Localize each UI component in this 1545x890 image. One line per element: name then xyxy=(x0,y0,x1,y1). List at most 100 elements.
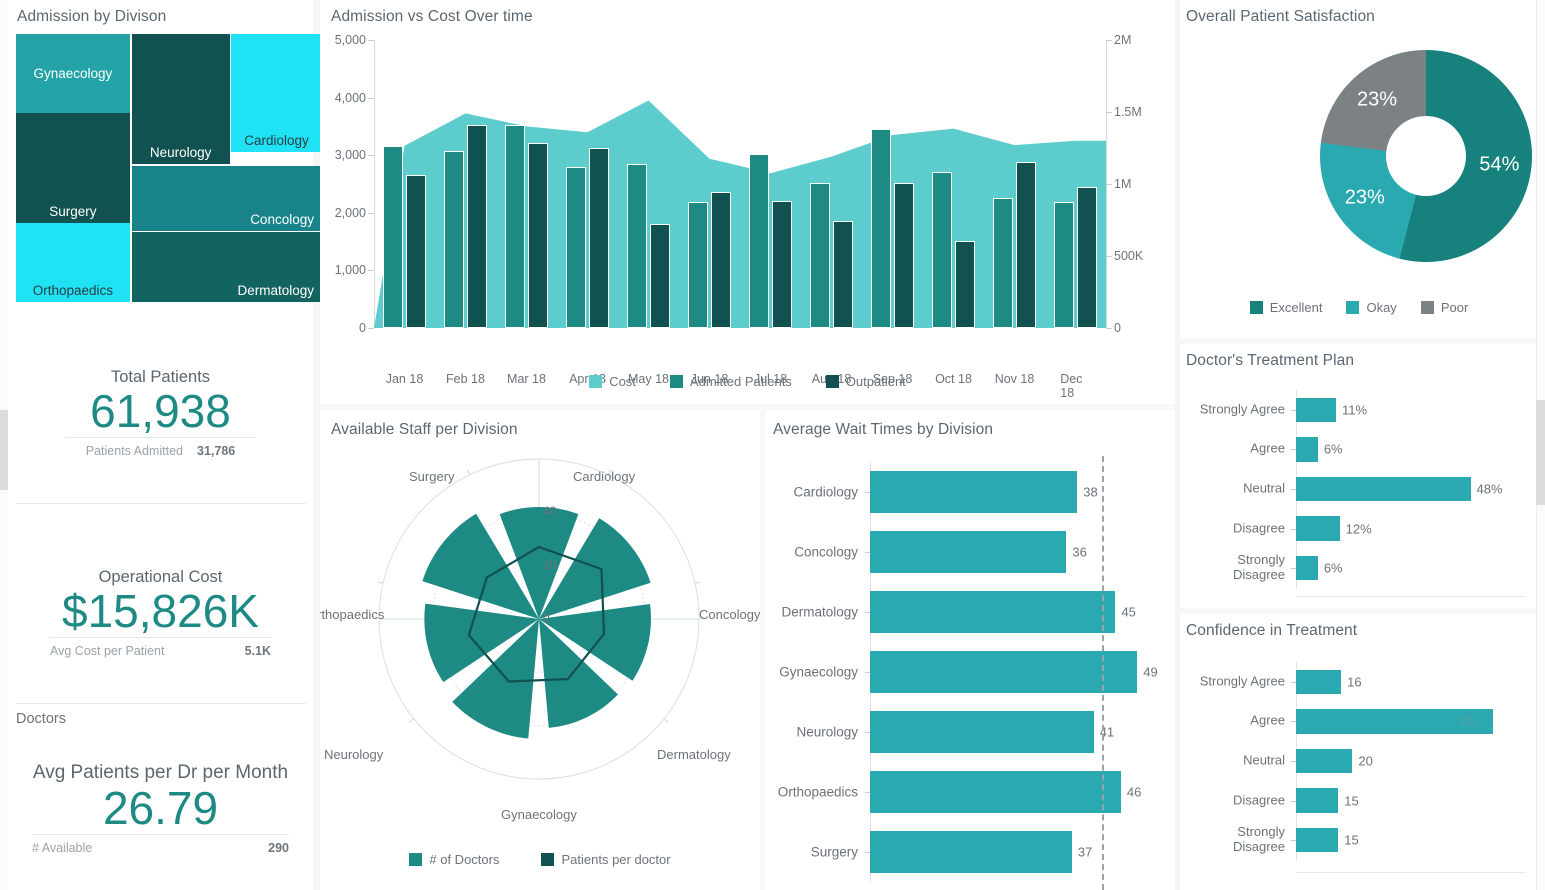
bar-neutral[interactable] xyxy=(1296,748,1353,774)
bar-admitted-Jul-18[interactable] xyxy=(749,154,770,328)
wait-bar-dermatology[interactable] xyxy=(870,591,1116,633)
treemap-tile-cardiology[interactable]: Cardiology xyxy=(231,34,322,152)
wait-value-neurology: 41 xyxy=(1099,724,1115,740)
wait-tick xyxy=(865,852,870,853)
bar-value-strongly-disagree: 15 xyxy=(1344,832,1359,848)
wait-bar-gynaecology[interactable] xyxy=(870,651,1138,693)
wait-bar-neurology[interactable] xyxy=(870,711,1094,753)
wait-bar-orthopaedics[interactable] xyxy=(870,771,1121,813)
bar-tick xyxy=(1291,800,1296,802)
bar-outpatient-Mar-18[interactable] xyxy=(527,143,548,328)
bar-outpatient-Nov-18[interactable] xyxy=(1015,161,1036,328)
wait-bar-cardiology[interactable] xyxy=(870,471,1078,513)
bar-outpatient-Feb-18[interactable] xyxy=(466,125,487,328)
bar-admitted-Jan-18[interactable] xyxy=(383,146,404,328)
legend-swatch xyxy=(1420,301,1434,314)
bar-tick xyxy=(1291,721,1296,723)
kpi-avg-patients-per-dr[interactable]: Avg Patients per Dr per Month 26.79 # Av… xyxy=(8,762,313,855)
average-wait-times-card: Average Wait Times by Division Cardiolog… xyxy=(765,410,1175,890)
treemap-tile-label: Gynaecology xyxy=(33,65,113,81)
average-wait-times-plot[interactable]: Cardiology 38 Concology 36 Dermatology 45 Gyna… xyxy=(778,456,1170,890)
donut-legend[interactable]: Excellent Okay Poor xyxy=(1180,300,1538,315)
bar-outpatient-May-18[interactable] xyxy=(649,224,670,328)
donut-legend-item-poor[interactable]: Poor xyxy=(1420,300,1468,315)
donut-label-poor: 23% xyxy=(1357,88,1398,111)
combo-legend-item-cost[interactable]: Cost xyxy=(589,374,636,389)
combo-ytick-left-mark xyxy=(368,328,374,329)
right-scrollbar-thumb[interactable] xyxy=(1536,400,1545,505)
bar-admitted-Apr-18[interactable] xyxy=(566,166,587,328)
bar-value-strongly-agree: 16 xyxy=(1347,674,1362,690)
bar-disagree[interactable] xyxy=(1296,788,1339,813)
rose-chart-svg[interactable] xyxy=(378,458,700,780)
kpi-total-patients[interactable]: Total Patients 61,938 Patients Admitted … xyxy=(8,368,313,458)
treemap-tile-orthopaedics[interactable]: Orthopaedics xyxy=(16,222,130,302)
available-staff-rose-chart[interactable]: 0 20 40 Cardiology Concology Dermatology Gynae… xyxy=(320,458,760,822)
bar-strongly-agree[interactable] xyxy=(1296,669,1342,695)
confidence-in-treatment-plot[interactable]: Strongly Agree 16 Agree 70 Neutral 20 Disagree… xyxy=(1200,662,1516,860)
rose-legend-item-1[interactable]: Patients per doctor xyxy=(541,852,671,867)
treemap-tile-dermatology[interactable]: Dermatology xyxy=(131,231,322,302)
wait-times-reference-line xyxy=(1101,456,1104,890)
bar-neutral[interactable] xyxy=(1296,476,1471,502)
bar-outpatient-Oct-18[interactable] xyxy=(954,241,975,328)
kpi-avg-patients-value: 26.79 xyxy=(102,782,219,834)
bar-outpatient-Sep-18[interactable] xyxy=(893,182,914,328)
rose-radial-tick: 40 xyxy=(543,504,557,519)
admission-by-division-card: Admission by Divison Gynaecology Surgery O… xyxy=(8,0,322,322)
bar-admitted-Dec-18[interactable] xyxy=(1054,202,1075,328)
combo-legend-item-outpatient[interactable]: Outpatient xyxy=(825,374,906,389)
kpi-total-patients-sublabel: Patients Admitted xyxy=(85,444,184,459)
bar-strongly-agree[interactable] xyxy=(1296,397,1336,423)
wait-bar-concology[interactable] xyxy=(870,531,1067,573)
rose-legend-item-0[interactable]: # of Doctors xyxy=(409,852,499,867)
bar-outpatient-Jun-18[interactable] xyxy=(710,191,731,328)
wait-label-concology: Concology xyxy=(794,544,858,560)
kpi-operational-cost[interactable]: Operational Cost $15,826K Avg Cost per P… xyxy=(8,568,313,658)
kpi-operational-cost-value: $15,826K xyxy=(62,585,259,637)
left-scrollbar-thumb[interactable] xyxy=(0,410,8,490)
bar-outpatient-Aug-18[interactable] xyxy=(832,220,853,328)
donut-legend-item-excellent[interactable]: Excellent xyxy=(1249,300,1322,315)
wait-tick xyxy=(865,492,870,493)
bar-tick xyxy=(1291,568,1296,570)
bar-admitted-Aug-18[interactable] xyxy=(810,183,831,328)
donut-legend-item-okay[interactable]: Okay xyxy=(1346,300,1397,315)
bar-strongly-disagree[interactable] xyxy=(1296,555,1318,581)
bar-outpatient-Jul-18[interactable] xyxy=(771,201,792,328)
combo-ytick-right-mark xyxy=(1106,256,1112,257)
bar-disagree[interactable] xyxy=(1296,516,1340,541)
right-scrollbar-track[interactable] xyxy=(1536,0,1545,890)
treemap-tile-concology[interactable]: Concology xyxy=(131,165,322,231)
treemap-tile-label: Dermatology xyxy=(237,282,314,298)
doctors-treatment-plan-plot[interactable]: Strongly Agree 11% Agree 6% Neutral 48% Disagr… xyxy=(1200,390,1503,588)
wait-bar-surgery[interactable] xyxy=(870,831,1072,873)
bar-outpatient-Dec-18[interactable] xyxy=(1076,187,1097,328)
admission-vs-cost-plot[interactable]: 0 1,000 2,000 3,000 4,000 5,000 0 500K 1M 1.5M 2M J… xyxy=(335,33,1143,400)
bar-admitted-Jun-18[interactable] xyxy=(688,202,709,328)
bar-label-strongly-disagree: Strongly Disagree xyxy=(1232,552,1285,583)
bar-strongly-disagree[interactable] xyxy=(1296,827,1339,853)
doctors-treatment-plan-card: Doctor's Treatment Plan Strongly Agree 11… xyxy=(1180,344,1538,608)
bar-tick xyxy=(1291,840,1296,842)
bar-agree[interactable] xyxy=(1296,437,1318,462)
bar-admitted-May-18[interactable] xyxy=(627,164,648,328)
admission-by-division-title: Admission by Divison xyxy=(17,8,167,25)
bar-admitted-Nov-18[interactable] xyxy=(993,197,1014,328)
available-staff-title: Available Staff per Division xyxy=(331,421,518,438)
bar-admitted-Oct-18[interactable] xyxy=(932,172,953,328)
left-scrollbar-track[interactable] xyxy=(0,0,8,890)
treemap-tile-neurology[interactable]: Neurology xyxy=(131,34,230,164)
bar-admitted-Sep-18[interactable] xyxy=(871,129,892,328)
bar-label-strongly-agree: Strongly Agree xyxy=(1199,673,1285,689)
bar-admitted-Mar-18[interactable] xyxy=(505,125,526,328)
bar-admitted-Feb-18[interactable] xyxy=(444,151,465,328)
doctors-section-header: Doctors xyxy=(16,711,66,727)
treemap-tile-label: Orthopaedics xyxy=(32,282,114,298)
treemap-tile-surgery[interactable]: Surgery xyxy=(16,112,130,223)
treemap-tile-gynaecology[interactable]: Gynaecology xyxy=(16,34,130,113)
combo-legend-item-admitted-patients[interactable]: Admitted Patients xyxy=(669,374,792,389)
bar-outpatient-Apr-18[interactable] xyxy=(588,148,609,328)
treemap-chart[interactable]: Gynaecology Surgery Orthopaedics Neurology C… xyxy=(16,34,322,302)
bar-outpatient-Jan-18[interactable] xyxy=(405,174,426,328)
